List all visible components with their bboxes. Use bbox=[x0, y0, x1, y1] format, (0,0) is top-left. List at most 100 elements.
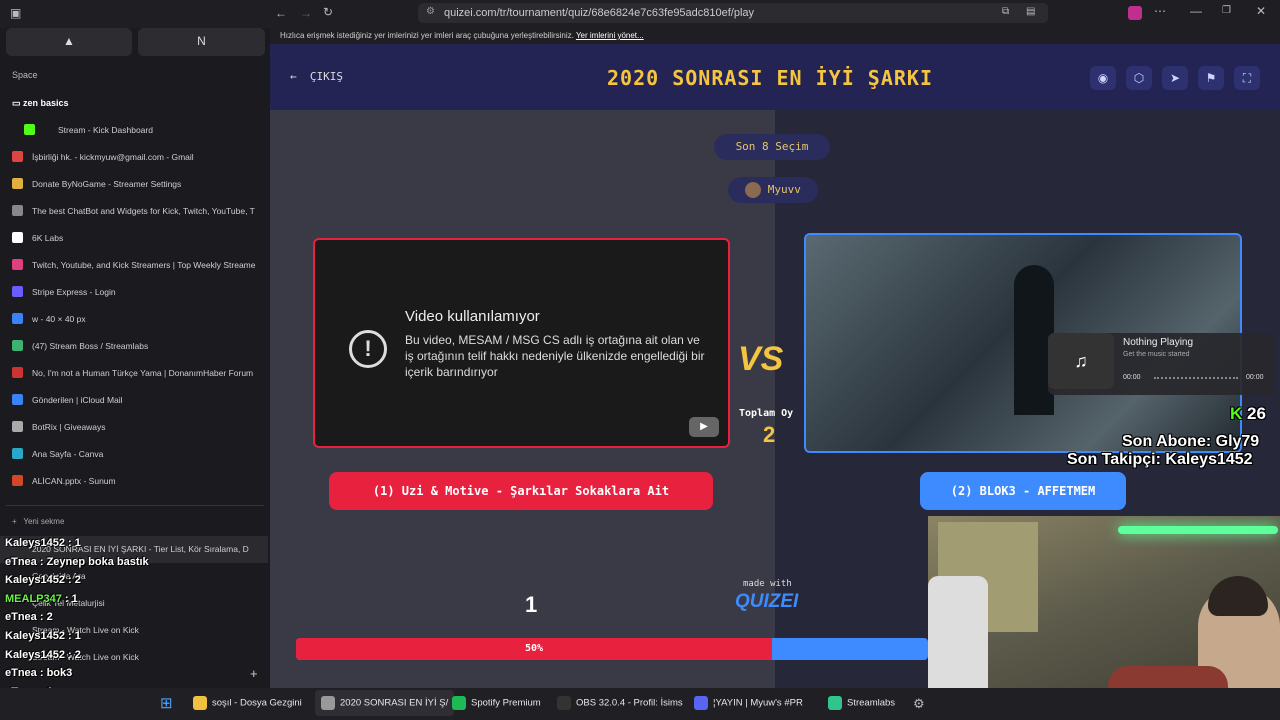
sidebar-tab[interactable]: İşbirliği hk. - kickmyuw@gmail.com - Gma… bbox=[0, 144, 268, 171]
sidebar-tab[interactable]: 6K Labs bbox=[0, 225, 268, 252]
exit-button[interactable]: ← ÇIKIŞ bbox=[290, 70, 343, 83]
back-icon[interactable]: ← bbox=[275, 6, 287, 20]
left-vote-count: 1 bbox=[525, 592, 538, 617]
chat-user: Kaleys1452 bbox=[5, 648, 65, 661]
new-tab-label: Yeni sekme bbox=[23, 517, 65, 526]
taskbar-app[interactable]: Spotify Premium bbox=[452, 696, 541, 710]
chat-text: 2 bbox=[46, 611, 53, 624]
site-info-icon[interactable]: ⚙ bbox=[426, 6, 435, 17]
sidebar-tab-label: 6K Labs bbox=[32, 233, 64, 243]
chat-user: Kaleys1452 bbox=[5, 537, 65, 549]
choice-right-button[interactable]: (2) BLOK3 - AFFETMEM bbox=[920, 472, 1126, 510]
manage-bookmarks-link[interactable]: Yer imlerini yönet... bbox=[576, 31, 644, 40]
chat-user: eTnea bbox=[5, 611, 37, 624]
youtube-icon[interactable]: ▶ bbox=[689, 417, 719, 437]
tab-favicon-icon bbox=[12, 205, 23, 216]
music-title: Nothing Playing bbox=[1123, 337, 1194, 348]
chat-user: Kaleys1452 bbox=[5, 574, 65, 587]
chat-text: 1 bbox=[71, 592, 78, 605]
led-strip bbox=[1118, 526, 1278, 534]
reader-icon[interactable]: ▤ bbox=[1026, 6, 1035, 17]
add-icon[interactable]: + bbox=[250, 666, 258, 681]
sidebar-tab[interactable]: Stripe Express - Login bbox=[0, 279, 268, 306]
bookmarks-bar: Hızlıca erişmek istediğiniz yer imlerini… bbox=[270, 28, 1280, 44]
pinned-notion-button[interactable]: N bbox=[138, 28, 265, 56]
sidebar-toggle-icon[interactable]: ▣ bbox=[10, 6, 21, 20]
chat-user: eTnea bbox=[5, 555, 37, 568]
left-video[interactable]: ! Video kullanılamıyor Bu video, MESAM /… bbox=[313, 238, 730, 448]
taskbar-app[interactable]: 2020 SONRASI EN İYİ Ş/ bbox=[315, 690, 455, 716]
chat-message: Kaleys1452 : 2 bbox=[5, 574, 81, 586]
sidebar-tab[interactable]: Twitch, Youtube, and Kick Streamers | To… bbox=[0, 252, 268, 279]
taskbar-app[interactable]: Streamlabs bbox=[828, 696, 895, 710]
chat-text: 1 bbox=[74, 537, 81, 549]
sidebar-tab[interactable]: Donate ByNoGame - Streamer Settings bbox=[0, 171, 268, 198]
url-bar[interactable]: ⚙ quizei.com/tr/tournament/quiz/68e6824e… bbox=[418, 3, 1048, 23]
sidebar-tab[interactable]: Ana Sayfa - Canva bbox=[0, 441, 268, 468]
choice-left-button[interactable]: (1) Uzi & Motive - Şarkılar Sokaklara Ai… bbox=[329, 472, 713, 510]
reload-icon[interactable]: ↻ bbox=[323, 5, 333, 19]
divider bbox=[6, 505, 264, 506]
sidebar-tab[interactable]: BotRix | Giveaways bbox=[0, 414, 268, 441]
maximize-icon[interactable]: ❐ bbox=[1222, 5, 1231, 16]
sidebar-tab[interactable]: No, I'm not a Human Türkçe Yama | Donanı… bbox=[0, 360, 268, 387]
last-sub: Son Abone: Gly79 bbox=[1122, 433, 1260, 450]
user-name: Myuvv bbox=[767, 183, 801, 196]
music-progress[interactable] bbox=[1154, 377, 1238, 380]
sidebar-tab[interactable]: ALİCAN.pptx - Sunum bbox=[0, 468, 268, 495]
quiz-title: 2020 SONRASI EN İYİ ŞARKI bbox=[606, 66, 934, 90]
settings-icon[interactable]: ⚙ bbox=[913, 696, 925, 712]
folder-icon: ▭ bbox=[12, 98, 21, 108]
menu-icon[interactable]: ⋯ bbox=[1154, 4, 1166, 18]
pinned-warning-button[interactable]: ▲ bbox=[6, 28, 132, 56]
taskbar-app[interactable]: soşıl - Dosya Gezgini bbox=[193, 696, 302, 710]
sidebar-tab-label: Stripe Express - Login bbox=[32, 287, 116, 297]
close-icon[interactable]: ✕ bbox=[1256, 4, 1266, 18]
chat-separator: : bbox=[64, 648, 75, 661]
quizei-logo[interactable]: QUIZEI bbox=[735, 591, 798, 613]
notion-icon: N bbox=[197, 34, 206, 48]
taskbar-app-label: soşıl - Dosya Gezgini bbox=[212, 697, 302, 709]
windows-start-icon[interactable]: ⊞ bbox=[160, 696, 176, 712]
chat-separator: : bbox=[64, 574, 75, 587]
minimize-icon[interactable]: — bbox=[1190, 4, 1202, 18]
chat-separator: : bbox=[64, 630, 75, 642]
flag-icon[interactable]: ⚑ bbox=[1198, 66, 1224, 90]
taskbar-app[interactable]: OBS 32.0.4 - Profil: İsims bbox=[557, 696, 683, 710]
chat-text: 1 bbox=[74, 630, 81, 642]
error-icon: ! bbox=[349, 330, 387, 368]
translate-icon[interactable]: ⧉ bbox=[1002, 6, 1009, 17]
sidebar-tab[interactable]: (47) Stream Boss / Streamlabs bbox=[0, 333, 268, 360]
taskbar-app-label: Streamlabs bbox=[847, 697, 896, 709]
share-icon[interactable]: ⬡ bbox=[1126, 66, 1152, 90]
chat-separator: : bbox=[64, 537, 75, 549]
vote-percent: 50% bbox=[524, 643, 544, 654]
chat-separator: : bbox=[36, 667, 47, 680]
total-votes-value: 2 bbox=[763, 422, 776, 447]
send-icon[interactable]: ➤ bbox=[1162, 66, 1188, 90]
chat-user: MEALP347 bbox=[5, 592, 62, 605]
sidebar-tab[interactable]: w - 40 × 40 px bbox=[0, 306, 268, 333]
sidebar-tab[interactable]: The best ChatBot and Widgets for Kick, T… bbox=[0, 198, 268, 225]
taskbar-app-label: 2020 SONRASI EN İYİ Ş/ bbox=[340, 697, 449, 709]
chat-user: Kaleys1452 bbox=[5, 630, 65, 642]
chat-message: Kaleys1452 : 1 bbox=[5, 630, 81, 642]
taskbar-app-label: Spotify Premium bbox=[471, 697, 541, 709]
fullscreen-icon[interactable]: ⛶ bbox=[1234, 66, 1260, 90]
eye-icon[interactable]: ◉ bbox=[1090, 66, 1116, 90]
sidebar-tab-label: Donate ByNoGame - Streamer Settings bbox=[32, 179, 182, 189]
folder-zen-basics[interactable]: ▭ zen basics bbox=[12, 98, 69, 109]
taskbar-app[interactable]: ¦YAYIN | Myuw's #PR bbox=[694, 696, 803, 710]
tab-favicon-icon bbox=[12, 259, 23, 270]
extension-icon[interactable] bbox=[1128, 6, 1142, 20]
music-note-icon: ♫ bbox=[1048, 333, 1114, 389]
app-icon bbox=[321, 696, 335, 710]
vs-logo: VS bbox=[738, 340, 784, 378]
sidebar-tab[interactable]: Gönderilen | iCloud Mail bbox=[0, 387, 268, 414]
new-tab-button[interactable]: + Yeni sekme bbox=[12, 517, 64, 526]
sidebar-tab[interactable]: Stream - Kick Dashboard bbox=[0, 117, 268, 144]
video-error-title: Video kullanılamıyor bbox=[405, 308, 540, 325]
app-icon bbox=[694, 696, 708, 710]
forward-icon[interactable]: → bbox=[300, 6, 312, 20]
chat-message: Kaleys1452 : 1 bbox=[5, 537, 81, 549]
